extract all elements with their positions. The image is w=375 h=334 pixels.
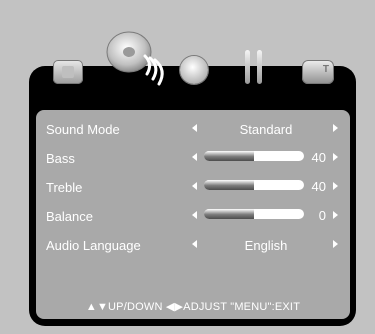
treble-slider[interactable] bbox=[204, 180, 304, 190]
right-arrow-icon[interactable] bbox=[333, 124, 338, 132]
bass-slider-fill bbox=[204, 151, 254, 161]
left-arrow-icon[interactable] bbox=[192, 153, 197, 161]
bass-slider[interactable] bbox=[204, 151, 304, 161]
sound-mode-row[interactable]: Sound Mode Standard bbox=[46, 118, 346, 147]
bass-value: 40 bbox=[311, 150, 326, 165]
audio-language-label: Audio Language bbox=[46, 238, 141, 253]
left-arrow-icon[interactable] bbox=[192, 124, 197, 132]
treble-row[interactable]: Treble 40 bbox=[46, 176, 346, 205]
treble-value: 40 bbox=[311, 179, 326, 194]
audio-language-value: English bbox=[244, 238, 288, 253]
setup-icon[interactable] bbox=[242, 50, 266, 84]
treble-label: Treble bbox=[46, 180, 83, 195]
balance-label: Balance bbox=[46, 209, 93, 224]
right-arrow-icon[interactable] bbox=[333, 211, 338, 219]
sound-icon[interactable] bbox=[100, 28, 172, 88]
balance-slider-fill bbox=[204, 209, 254, 219]
setup-icon-prong bbox=[257, 50, 262, 84]
setup-icon-prong bbox=[245, 50, 250, 84]
left-arrow-icon[interactable] bbox=[192, 240, 197, 248]
sound-mode-value: Standard bbox=[239, 122, 293, 137]
bass-label: Bass bbox=[46, 151, 75, 166]
right-arrow-icon[interactable] bbox=[333, 153, 338, 161]
tv-icon[interactable] bbox=[302, 60, 334, 84]
sound-menu-list: Sound Mode Standard Bass 40 Treble 40 Ba… bbox=[46, 118, 346, 263]
balance-slider[interactable] bbox=[204, 209, 304, 219]
right-arrow-icon[interactable] bbox=[333, 240, 338, 248]
navigation-hint: ▲▼UP/DOWN ◀▶ADJUST "MENU":EXIT bbox=[85, 301, 301, 313]
treble-slider-fill bbox=[204, 180, 254, 190]
timer-icon[interactable] bbox=[180, 56, 208, 84]
left-arrow-icon[interactable] bbox=[192, 182, 197, 190]
balance-row[interactable]: Balance 0 bbox=[46, 205, 346, 234]
balance-value: 0 bbox=[318, 208, 326, 223]
menu-tab-bar bbox=[40, 20, 360, 100]
sound-mode-label: Sound Mode bbox=[46, 122, 120, 137]
audio-language-row[interactable]: Audio Language English bbox=[46, 234, 346, 263]
left-arrow-icon[interactable] bbox=[192, 211, 197, 219]
right-arrow-icon[interactable] bbox=[333, 182, 338, 190]
bass-row[interactable]: Bass 40 bbox=[46, 147, 346, 176]
picture-icon[interactable] bbox=[53, 60, 83, 84]
